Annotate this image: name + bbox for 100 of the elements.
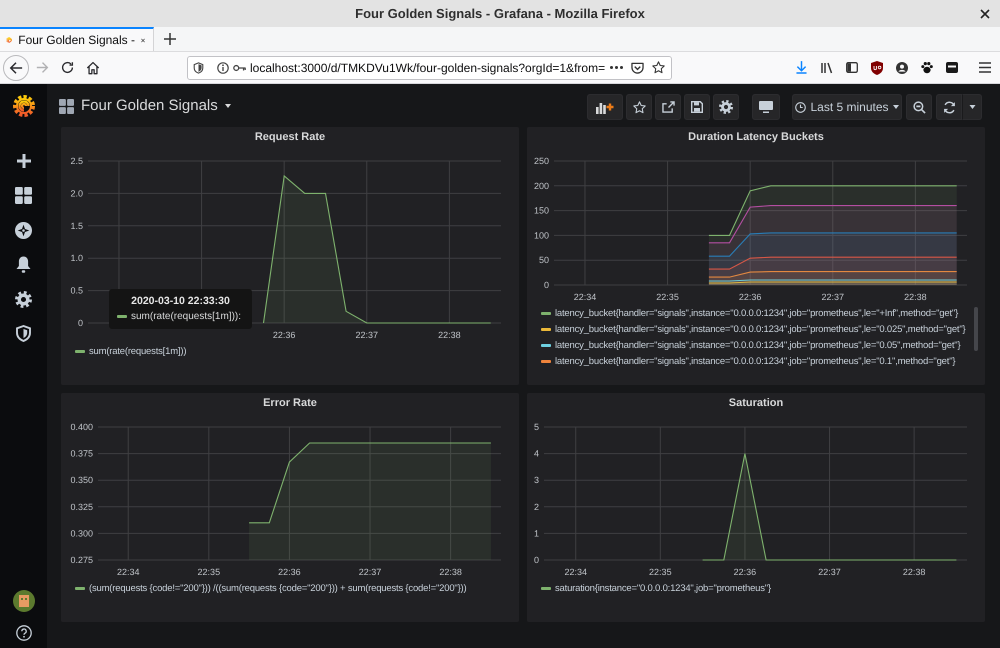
legend-label[interactable]: latency_bucket{handler="signals",instance="0.0.0.0:1234",job="prometheus",le="0.1",method="get"} (555, 356, 956, 366)
y-tick-label: 1 (534, 528, 539, 538)
home-icon (86, 60, 100, 74)
time-range-button[interactable]: Last 5 minutes (792, 94, 902, 120)
y-tick-label: 200 (534, 180, 549, 191)
zoom-out-icon (912, 100, 926, 114)
reload-icon (61, 61, 74, 74)
window-title: Four Golden Signals - Grafana - Mozilla Firefox (355, 6, 645, 21)
x-tick-label: 22:35 (649, 567, 672, 577)
menu-icon (978, 62, 990, 73)
line-swatch-icon (117, 315, 127, 318)
settings-icon (719, 100, 733, 114)
grid-icon (59, 98, 74, 114)
y-tick-label: 5 (534, 422, 539, 432)
sidebar-icon (846, 62, 858, 73)
y-tick-label: 0.325 (70, 502, 93, 512)
y-tick-label: 0 (78, 318, 83, 328)
y-tick-label: 1.5 (70, 220, 83, 231)
legend-label[interactable]: latency_bucket{handler="signals",instance="0.0.0.0:1234",job="prometheus",le="+Inf",method="get"} (555, 308, 958, 318)
download-icon (796, 61, 807, 74)
x-tick-label: 22:36 (272, 330, 296, 340)
minus-box-icon (946, 62, 958, 73)
caret-icon (968, 105, 976, 109)
view-mode-button[interactable] (752, 94, 780, 120)
save-icon (691, 101, 703, 113)
monitor-icon (759, 101, 773, 113)
close-icon (980, 8, 990, 18)
library-icon (820, 62, 832, 74)
star-button[interactable] (626, 94, 652, 120)
panel-title[interactable]: Saturation (529, 393, 983, 419)
y-tick-label: 250 (534, 156, 549, 166)
x-tick-label: 22:34 (564, 567, 587, 577)
chart-plus-icon (596, 100, 614, 114)
y-tick-label: 0.400 (70, 422, 93, 432)
settings-button[interactable] (713, 94, 739, 120)
x-tick-label: 22:37 (358, 567, 382, 577)
y-tick-label: 2.0 (70, 188, 83, 198)
zoom-out-button[interactable] (906, 94, 932, 120)
grid-icon[interactable] (15, 187, 32, 204)
y-tick-label: 0.5 (70, 286, 83, 296)
tooltip-time: 2020-03-10 22:33:30 (130, 294, 231, 308)
x-tick-label: 22:36 (278, 567, 301, 577)
y-tick-label: 3 (534, 475, 539, 486)
close-button[interactable] (978, 6, 992, 20)
more-icon[interactable] (610, 66, 623, 69)
share-button[interactable] (655, 94, 681, 120)
y-tick-label: 50 (538, 255, 549, 266)
x-tick-label: 22:38 (902, 567, 926, 577)
browser-tab[interactable]: Four Golden Signals - (0, 27, 154, 51)
x-tick-label: 22:37 (822, 292, 844, 302)
refresh-button[interactable] (936, 94, 962, 120)
info-icon[interactable] (217, 62, 229, 74)
add-panel-button[interactable] (587, 94, 623, 120)
paw-icon (920, 61, 932, 74)
caret-icon (892, 105, 899, 109)
refresh-interval-button[interactable] (962, 94, 982, 120)
bell-icon[interactable] (16, 256, 31, 274)
y-tick-label: 0 (544, 280, 549, 290)
x-tick-label: 22:36 (738, 292, 762, 302)
star-icon[interactable] (652, 61, 665, 74)
scrollbar-thumb[interactable] (974, 307, 978, 351)
shield-icon[interactable] (193, 62, 204, 74)
legend-label[interactable]: latency_bucket{handler="signals",instance="0.0.0.0:1234",job="prometheus",le="0.025",method="get"} (555, 324, 966, 334)
account-icon (896, 62, 908, 74)
clock-icon (795, 102, 806, 112)
tooltip-series-label: sum(rate(requests[1m])): (131, 311, 242, 322)
x-tick-label: 22:36 (734, 567, 756, 577)
y-tick-label: 150 (534, 206, 549, 216)
legend-label[interactable]: latency_bucket{handler="signals",instance="0.0.0.0:1234",job="prometheus",le="0.05",method="get"} (555, 340, 960, 350)
logo-icon[interactable] (12, 94, 36, 118)
panel-title[interactable]: Error Rate (63, 393, 517, 419)
plus-icon (164, 33, 176, 45)
x-tick-label: 22:34 (574, 292, 596, 302)
address-bar[interactable]: localhost:3000/d/TMKDVu1Wk/four-golden-signals?orgId=1&from= (187, 56, 672, 80)
y-tick-label: 0 (534, 555, 539, 565)
save-button[interactable] (684, 94, 710, 120)
y-tick-label: 2 (534, 502, 539, 512)
refresh-icon (942, 100, 956, 114)
pocket-icon[interactable] (631, 62, 644, 74)
shield-icon (870, 60, 882, 74)
help-icon[interactable] (16, 625, 32, 641)
plus-icon[interactable] (16, 154, 30, 168)
y-tick-label: 2.5 (70, 156, 83, 166)
x-tick-label: 22:37 (356, 330, 378, 340)
compass-icon[interactable] (15, 222, 32, 239)
panel-title[interactable]: Duration Latency Buckets (529, 127, 983, 153)
key-icon[interactable] (233, 64, 246, 72)
share-icon (662, 101, 674, 113)
panel-title[interactable]: Request Rate (63, 127, 517, 153)
legend-label[interactable]: saturation{instance="0.0.0.0:1234",job="prometheus"} (555, 582, 771, 594)
y-tick-label: 4 (534, 448, 539, 459)
avatar-icon[interactable] (12, 590, 34, 612)
gear-icon[interactable] (15, 290, 32, 308)
caret-icon (224, 104, 231, 108)
y-tick-label: 0.375 (70, 448, 93, 459)
x-tick-label: 22:38 (438, 330, 461, 340)
legend-label[interactable]: (sum(requests {code!="200"})) /((sum(requests {code="200"})) + sum(requests {code!="200"})) (89, 582, 466, 594)
back-button[interactable] (3, 54, 29, 80)
legend-label[interactable]: sum(rate(requests[1m])) (89, 346, 186, 356)
dashboard-title-button[interactable]: Four Golden Signals (81, 97, 231, 114)
